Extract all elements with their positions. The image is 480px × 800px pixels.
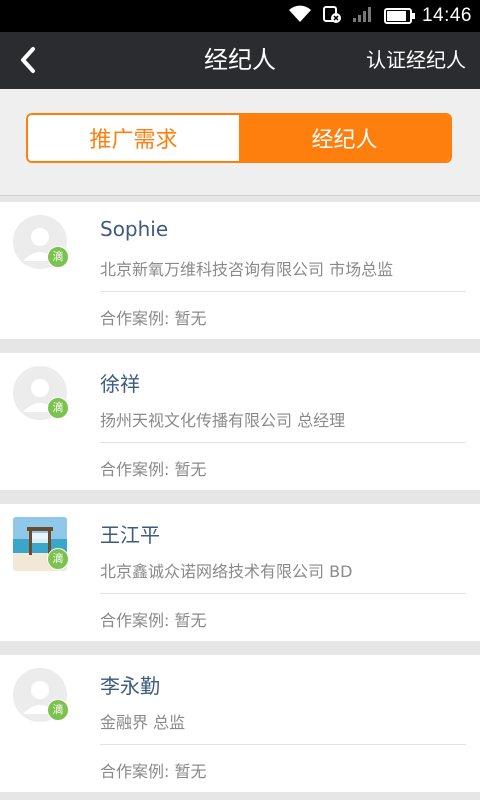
tab-promotion-demand[interactable]: 推广需求 (28, 115, 239, 161)
source-badge: 滴 (47, 246, 69, 268)
sync-off-icon (322, 4, 342, 28)
wifi-icon (288, 5, 312, 27)
agent-company: 金融界 总监 (100, 713, 186, 732)
verify-agent-button[interactable]: 认证经纪人 (366, 32, 466, 89)
agent-card[interactable]: 滴 Sophie 北京新氧万维科技咨询有限公司 市场总监 合作案例: 暂无 (0, 202, 480, 339)
agent-cases: 合作案例: 暂无 (100, 611, 207, 630)
agent-name: 李永勤 (100, 674, 160, 698)
battery-icon (383, 8, 415, 24)
divider (100, 442, 466, 443)
source-badge: 滴 (47, 548, 69, 570)
status-bar: 14:46 (0, 0, 480, 32)
agent-card[interactable]: 滴 王江平 北京鑫诚众诺网络技术有限公司 BD 合作案例: 暂无 (0, 504, 480, 641)
tab-bar: 推广需求 经纪人 (0, 89, 480, 196)
agent-card[interactable]: 滴 李永勤 金融界 总监 合作案例: 暂无 (0, 655, 480, 792)
navigation-bar: 经纪人 认证经纪人 (0, 32, 480, 89)
agent-cases: 合作案例: 暂无 (100, 762, 207, 781)
status-icons: 14:46 (288, 0, 472, 32)
source-badge: 滴 (47, 699, 69, 721)
agent-cases: 合作案例: 暂无 (100, 460, 207, 479)
signal-icon (352, 5, 374, 27)
agent-name: Sophie (100, 217, 169, 241)
source-badge: 滴 (47, 397, 69, 419)
agent-cases: 合作案例: 暂无 (100, 309, 207, 328)
agent-company: 北京新氧万维科技咨询有限公司 市场总监 (100, 260, 394, 279)
divider (100, 593, 466, 594)
agent-card[interactable]: 滴 徐祥 扬州天视文化传播有限公司 总经理 合作案例: 暂无 (0, 353, 480, 490)
tab-agents[interactable]: 经纪人 (239, 115, 450, 161)
segmented-control: 推广需求 经纪人 (26, 113, 452, 163)
divider (100, 744, 466, 745)
status-time: 14:46 (421, 5, 472, 26)
agent-name: 徐祥 (100, 372, 140, 396)
agent-name: 王江平 (100, 523, 160, 547)
agent-company: 北京鑫诚众诺网络技术有限公司 BD (100, 562, 353, 581)
agent-company: 扬州天视文化传播有限公司 总经理 (100, 411, 346, 430)
divider (100, 291, 466, 292)
